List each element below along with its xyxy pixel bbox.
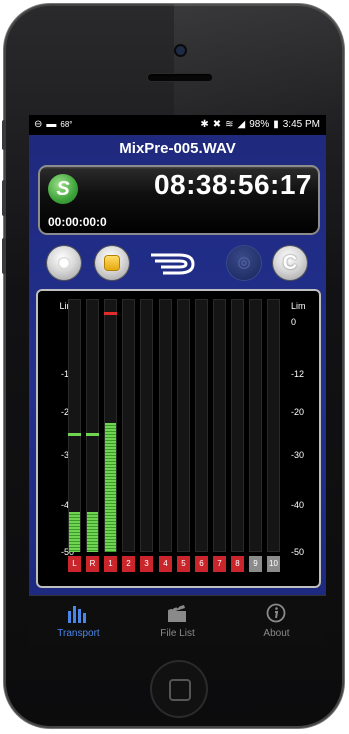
screen: ⊖ ▬ 68° ✱ ✖ ≋ ◢ 98% ▮ 3:45 PM MixPre-005… (29, 115, 326, 646)
bar-chart-icon (68, 606, 86, 623)
letter-c-icon: C (282, 252, 298, 274)
meter-bar-7 (213, 299, 226, 552)
meter-bar-3 (140, 299, 153, 552)
timecode-display: S 08:38:56:17 00:00:00:0 (38, 165, 320, 235)
meter-bar-L (68, 299, 81, 552)
record-dot-icon (58, 257, 70, 269)
channel-label-10[interactable]: 10 (267, 556, 280, 572)
circle-icon: ◎ (237, 254, 251, 271)
earpiece-speaker (148, 74, 212, 81)
tab-transport[interactable]: Transport (29, 596, 128, 646)
channel-label-6[interactable]: 6 (195, 556, 208, 572)
temperature-text: 68° (60, 120, 73, 129)
wifi-icon: ≋ (225, 119, 234, 130)
channel-label-2[interactable]: 2 (122, 556, 135, 572)
home-button[interactable] (152, 662, 206, 716)
tab-file-list[interactable]: File List (128, 596, 227, 646)
elapsed-time: 00:00:00:0 (48, 215, 107, 229)
wing-logo-icon (151, 253, 195, 275)
record-button[interactable] (47, 246, 81, 280)
status-bar: ⊖ ▬ 68° ✱ ✖ ≋ ◢ 98% ▮ 3:45 PM (29, 115, 326, 135)
meter-level-fill (105, 423, 116, 552)
scale-tick-label: -50 (291, 547, 305, 557)
tab-bar: Transport File List About (29, 595, 326, 646)
channel-label-9[interactable]: 9 (249, 556, 262, 572)
phone-gloss (174, 4, 344, 124)
scale-tick-label: 0 (291, 317, 297, 327)
scale-tick-label: -40 (291, 500, 305, 510)
disabled-button[interactable]: ◎ (227, 246, 261, 280)
timecode-main: 08:38:56:17 (153, 169, 312, 200)
c-button[interactable]: C (273, 246, 307, 280)
meter-peak-hold (68, 433, 81, 436)
stop-button[interactable] (95, 246, 129, 280)
front-camera (176, 46, 185, 55)
tab-about[interactable]: About (227, 596, 326, 646)
tab-label: About (263, 628, 290, 639)
meter-bar-4 (159, 299, 172, 552)
channel-label-3[interactable]: 3 (140, 556, 153, 572)
clapperboard-icon (168, 604, 186, 622)
meter-bar-8 (231, 299, 244, 552)
meter-peak-hold (86, 433, 99, 436)
info-icon (266, 603, 286, 623)
meter-bar-9 (249, 299, 262, 552)
scale-right: Lim 0 -12 -20 -30 -40 -50 (289, 297, 319, 557)
volume-up-button[interactable] (2, 180, 6, 216)
scale-tick-label: -20 (291, 407, 305, 417)
transport-controls: ◎ C (29, 240, 326, 284)
channel-label-5[interactable]: 5 (177, 556, 190, 572)
battery-icon: ▮ (273, 119, 279, 130)
meter-bar-1 (104, 299, 117, 552)
meter-peak-hold (104, 312, 117, 315)
home-square-icon (169, 679, 191, 701)
channel-label-1[interactable]: 1 (104, 556, 117, 572)
clock-text: 3:45 PM (282, 119, 320, 130)
mute-icon: ✖ (212, 119, 222, 130)
sound-devices-logo-icon: S (48, 174, 78, 204)
mute-switch[interactable] (2, 120, 6, 150)
channel-label-4[interactable]: 4 (159, 556, 172, 572)
meter-bar-5 (177, 299, 190, 552)
file-title: MixPre-005.WAV (119, 140, 236, 157)
minus-circle-icon: ⊖ (34, 119, 43, 130)
meter-bar-6 (195, 299, 208, 552)
scale-tick-label: -12 (291, 369, 305, 379)
level-meter-panel: Lim0-12-20-30-40-50 Lim0-12-20-30-40-50 … (36, 289, 321, 588)
meter-bar-2 (122, 299, 135, 552)
battery-percent: 98% (249, 119, 270, 130)
channel-label-L[interactable]: L (68, 556, 81, 572)
meter-level-fill (87, 512, 98, 552)
screen-icon: ▬ (46, 119, 57, 130)
tab-label: File List (160, 628, 195, 639)
app-main: MixPre-005.WAV S 08:38:56:17 00:00:00:0 … (29, 135, 326, 595)
channel-label-7[interactable]: 7 (213, 556, 226, 572)
bluetooth-icon: ✱ (200, 119, 209, 130)
scale-tick-label: -30 (291, 450, 305, 460)
meter-level-fill (69, 512, 80, 552)
stop-square-icon (105, 256, 119, 270)
signal-icon: ◢ (237, 119, 246, 130)
scale-lim-label: Lim (291, 301, 306, 311)
tab-label: Transport (57, 628, 100, 639)
channel-label-R[interactable]: R (86, 556, 99, 572)
meter-bar-R (86, 299, 99, 552)
meter-bar-10 (267, 299, 280, 552)
channel-label-8[interactable]: 8 (231, 556, 244, 572)
volume-down-button[interactable] (2, 238, 6, 274)
